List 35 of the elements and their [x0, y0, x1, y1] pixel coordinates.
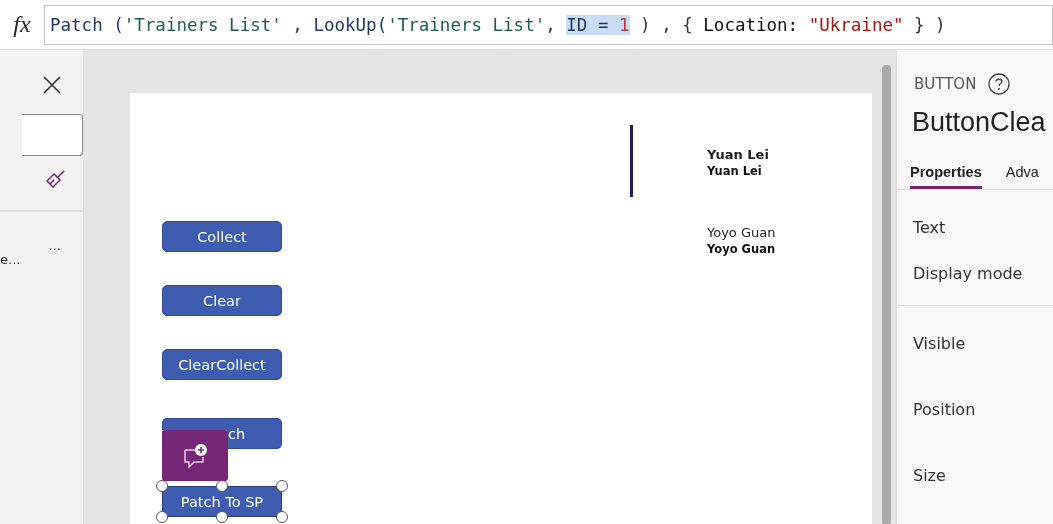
search-field[interactable]: [22, 114, 83, 156]
panel-tab[interactable]: Adva: [1005, 164, 1039, 189]
scrollbar[interactable]: [882, 65, 891, 524]
app-button[interactable]: ch: [227, 418, 282, 449]
fx-label: fx: [12, 11, 32, 38]
formula-field[interactable]: Patch ('Trainers List' , LookUp('Trainers List', ID = 1 ) , { Location: "Ukraine" } ): [44, 4, 1053, 45]
add-comment-button[interactable]: [162, 430, 228, 481]
control-type: BUTTON: [914, 75, 977, 93]
app-button[interactable]: Patch To SP: [162, 486, 282, 517]
gallery-title[interactable]: Yoyo Guan: [707, 225, 776, 241]
selection-bar: [630, 125, 633, 197]
button-background: [162, 418, 227, 430]
close-icon[interactable]: [43, 76, 61, 94]
gallery-subtitle: Yoyo Guan: [707, 241, 776, 257]
gallery-title[interactable]: Yuan Lei: [707, 147, 769, 163]
property-label: Position: [913, 400, 977, 419]
comment-add-icon: [182, 442, 208, 469]
item-label[interactable]: e...: [0, 252, 21, 267]
resize-handle[interactable]: [276, 511, 288, 523]
more-options[interactable]: ...: [48, 238, 61, 267]
property-label: Size: [913, 466, 947, 485]
app-button[interactable]: Clear: [162, 285, 282, 316]
panel-tab[interactable]: Properties: [910, 164, 982, 189]
help-icon[interactable]: [988, 73, 1011, 95]
property-label: Display mode: [913, 264, 1024, 283]
app-button[interactable]: ClearCollect: [162, 349, 282, 380]
app-button[interactable]: Collect: [162, 221, 282, 252]
gallery-subtitle: Yuan Lei: [707, 163, 763, 179]
property-label: Text: [913, 218, 947, 237]
resize-handle[interactable]: [276, 480, 288, 492]
resize-handle[interactable]: [156, 511, 168, 523]
control-name: ButtonClea: [911, 106, 1047, 138]
resize-handle[interactable]: [156, 480, 168, 492]
property-label: Visible: [913, 334, 967, 353]
broom-icon[interactable]: [45, 170, 65, 190]
